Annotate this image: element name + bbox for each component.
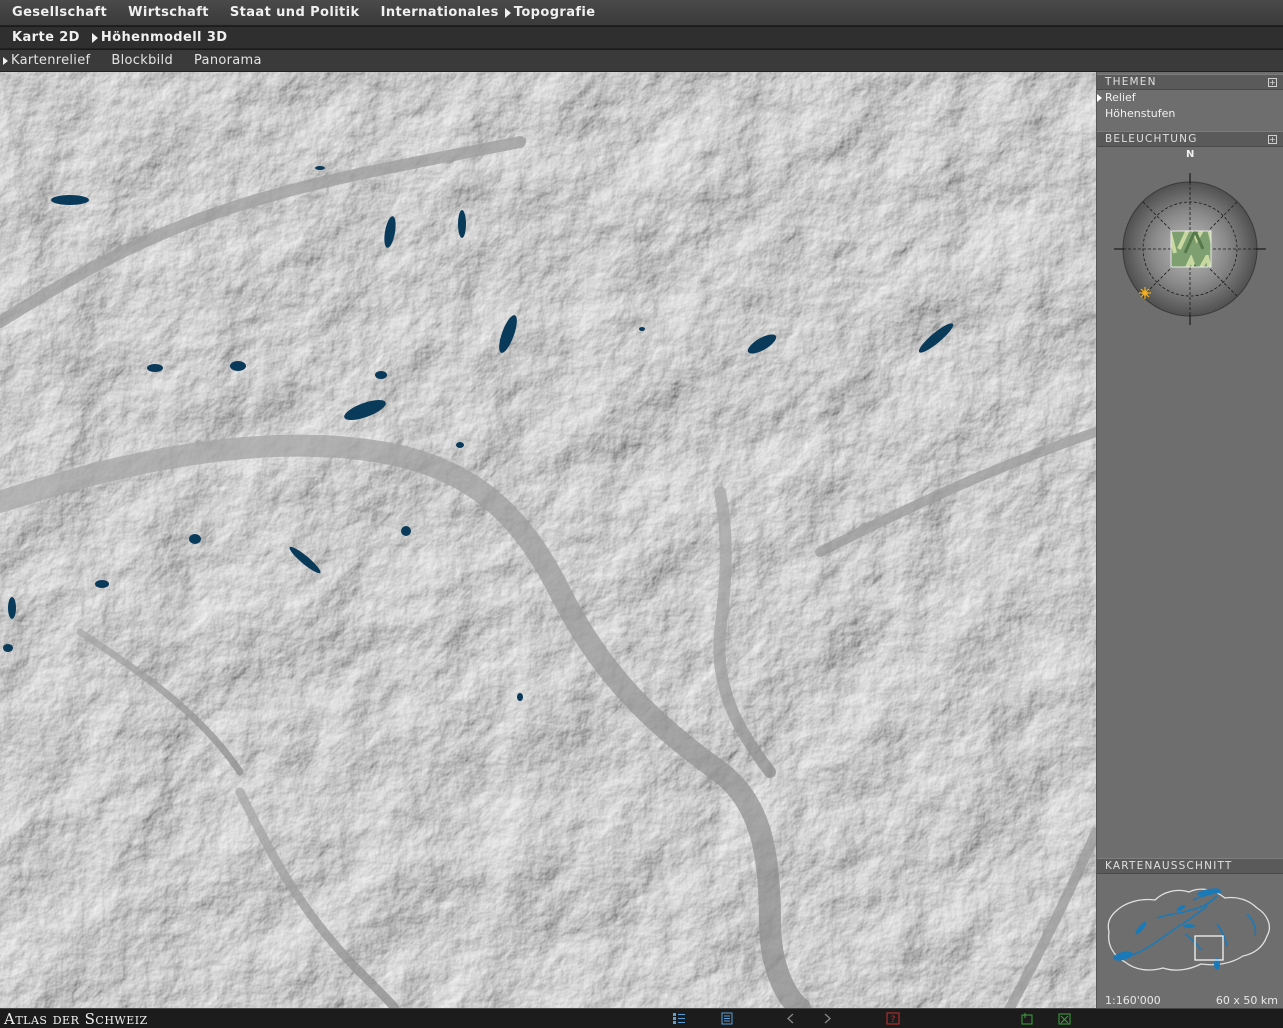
nav-topografie[interactable]: Topografie bbox=[504, 5, 596, 20]
switzerland-minimap[interactable] bbox=[1097, 874, 1283, 992]
nav-karte-2d[interactable]: Karte 2D bbox=[12, 30, 80, 45]
export-icon[interactable] bbox=[1058, 1012, 1072, 1025]
main-navigation: Gesellschaft Wirtschaft Staat und Politi… bbox=[0, 0, 1283, 26]
active-triangle-icon bbox=[504, 7, 511, 18]
relief-map[interactable] bbox=[0, 72, 1096, 1008]
print-icon[interactable] bbox=[1020, 1012, 1034, 1025]
sub-navigation: Karte 2D Höhenmodell 3D bbox=[0, 27, 1283, 49]
nav-hoehenmodell-3d[interactable]: Höhenmodell 3D bbox=[91, 30, 228, 45]
nav-staat-und-politik[interactable]: Staat und Politik bbox=[230, 5, 360, 20]
relief-map-image bbox=[0, 72, 1096, 1008]
scale-label: 1:160'000 bbox=[1105, 994, 1161, 1007]
expand-themes-icon[interactable]: + bbox=[1268, 78, 1277, 87]
help-icon[interactable]: ? bbox=[886, 1012, 900, 1025]
nav-blockbild[interactable]: Blockbild bbox=[111, 53, 173, 68]
nav-panorama[interactable]: Panorama bbox=[194, 53, 262, 68]
svg-text:?: ? bbox=[891, 1015, 896, 1025]
theme-relief[interactable]: Relief bbox=[1097, 90, 1283, 106]
nav-gesellschaft[interactable]: Gesellschaft bbox=[12, 5, 107, 20]
document-icon[interactable] bbox=[720, 1012, 734, 1025]
themes-header: THEMEN + bbox=[1097, 74, 1283, 90]
back-arrow-icon[interactable] bbox=[784, 1012, 798, 1025]
map-section-header: KARTENAUSSCHNITT bbox=[1097, 858, 1283, 874]
view-navigation: Kartenrelief Blockbild Panorama bbox=[0, 50, 1283, 72]
expand-lighting-icon[interactable]: + bbox=[1268, 135, 1277, 144]
active-triangle-icon bbox=[1097, 94, 1102, 102]
map-section: KARTENAUSSCHNITT 1:160'000 60 x 50 km bbox=[1097, 858, 1283, 1008]
lighting-header: BELEUCHTUNG + bbox=[1097, 131, 1283, 147]
active-triangle-icon bbox=[3, 56, 8, 65]
app-title: Atlas der Schweiz bbox=[4, 1010, 148, 1028]
lighting-compass[interactable]: N bbox=[1097, 147, 1283, 325]
nav-wirtschaft[interactable]: Wirtschaft bbox=[128, 5, 209, 20]
compass-north-label: N bbox=[1186, 149, 1195, 160]
theme-hoehenstufen[interactable]: Höhenstufen bbox=[1097, 106, 1283, 122]
forward-arrow-icon[interactable] bbox=[820, 1012, 834, 1025]
nav-internationales[interactable]: Internationales bbox=[381, 5, 499, 20]
footer-bar: Atlas der Schweiz ? bbox=[0, 1008, 1283, 1028]
active-triangle-icon bbox=[91, 32, 98, 43]
map-thumbnail bbox=[1170, 230, 1212, 268]
area-label: 60 x 50 km bbox=[1215, 994, 1278, 1007]
side-panel: THEMEN + Relief Höhenstufen BELEUCHTUNG … bbox=[1096, 72, 1283, 1008]
nav-kartenrelief[interactable]: Kartenrelief bbox=[3, 53, 90, 68]
legend-icon[interactable] bbox=[672, 1012, 686, 1025]
